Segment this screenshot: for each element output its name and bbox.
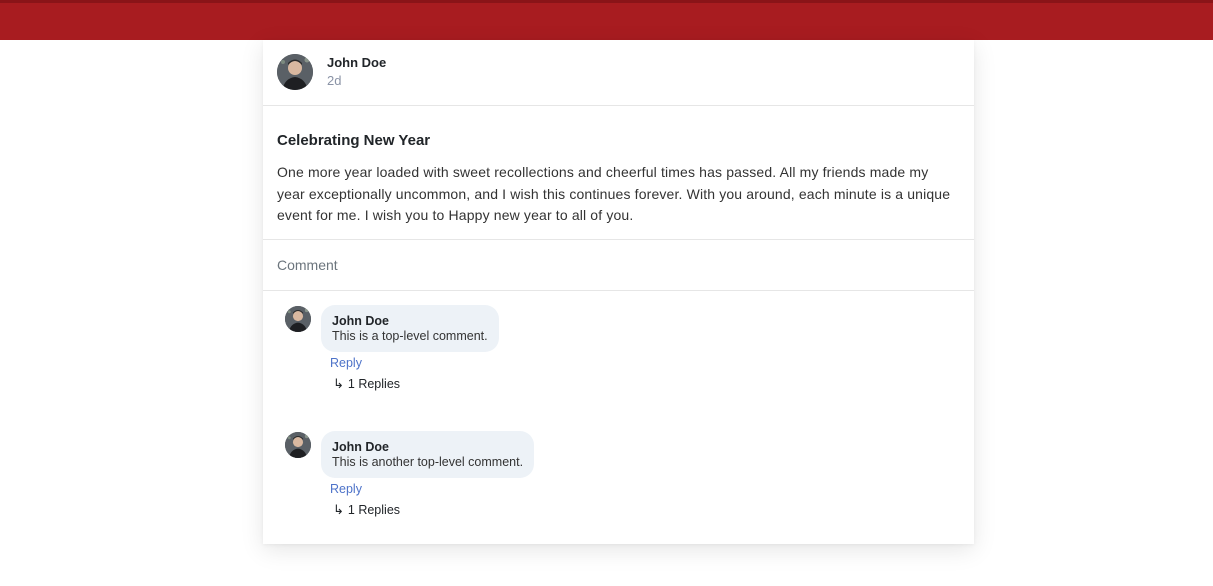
comment-author[interactable]: John Doe: [332, 440, 523, 455]
avatar[interactable]: [285, 432, 311, 458]
comment-text: This is another top-level comment.: [332, 455, 524, 469]
view-replies-button[interactable]: ↳ 1 Replies: [333, 376, 400, 392]
comment-button[interactable]: Comment: [277, 257, 338, 273]
post-text: One more year loaded with sweet recollec…: [277, 164, 951, 223]
reply-button[interactable]: Reply: [330, 482, 362, 496]
reply-button[interactable]: Reply: [330, 356, 362, 370]
post-title: Celebrating New Year: [277, 132, 431, 149]
view-replies-button[interactable]: ↳ 1 Replies: [333, 502, 400, 518]
avatar[interactable]: [285, 306, 311, 332]
post-card: John Doe 2d Celebrating New Year One mor…: [263, 40, 974, 544]
post-header: John Doe 2d: [263, 40, 974, 106]
post-timestamp: 2d: [327, 73, 342, 88]
post-body: Celebrating New Year One more year loade…: [263, 106, 974, 240]
comment-text: This is a top-level comment.: [332, 329, 488, 343]
reply-arrow-icon: ↳: [333, 376, 344, 391]
top-navbar: [0, 0, 1213, 40]
replies-count: 1 Replies: [347, 503, 401, 517]
post-author-name[interactable]: John Doe: [327, 55, 386, 70]
replies-count: 1 Replies: [347, 377, 401, 391]
reply-arrow-icon: ↳: [333, 502, 344, 517]
comment-author[interactable]: John Doe: [332, 314, 488, 329]
comment-bubble: John Doe This is another top-level comme…: [321, 431, 535, 478]
comment-bubble: John Doe This is a top-level comment.: [321, 305, 499, 352]
avatar[interactable]: [277, 54, 313, 90]
comment-bar: Comment: [263, 240, 974, 291]
